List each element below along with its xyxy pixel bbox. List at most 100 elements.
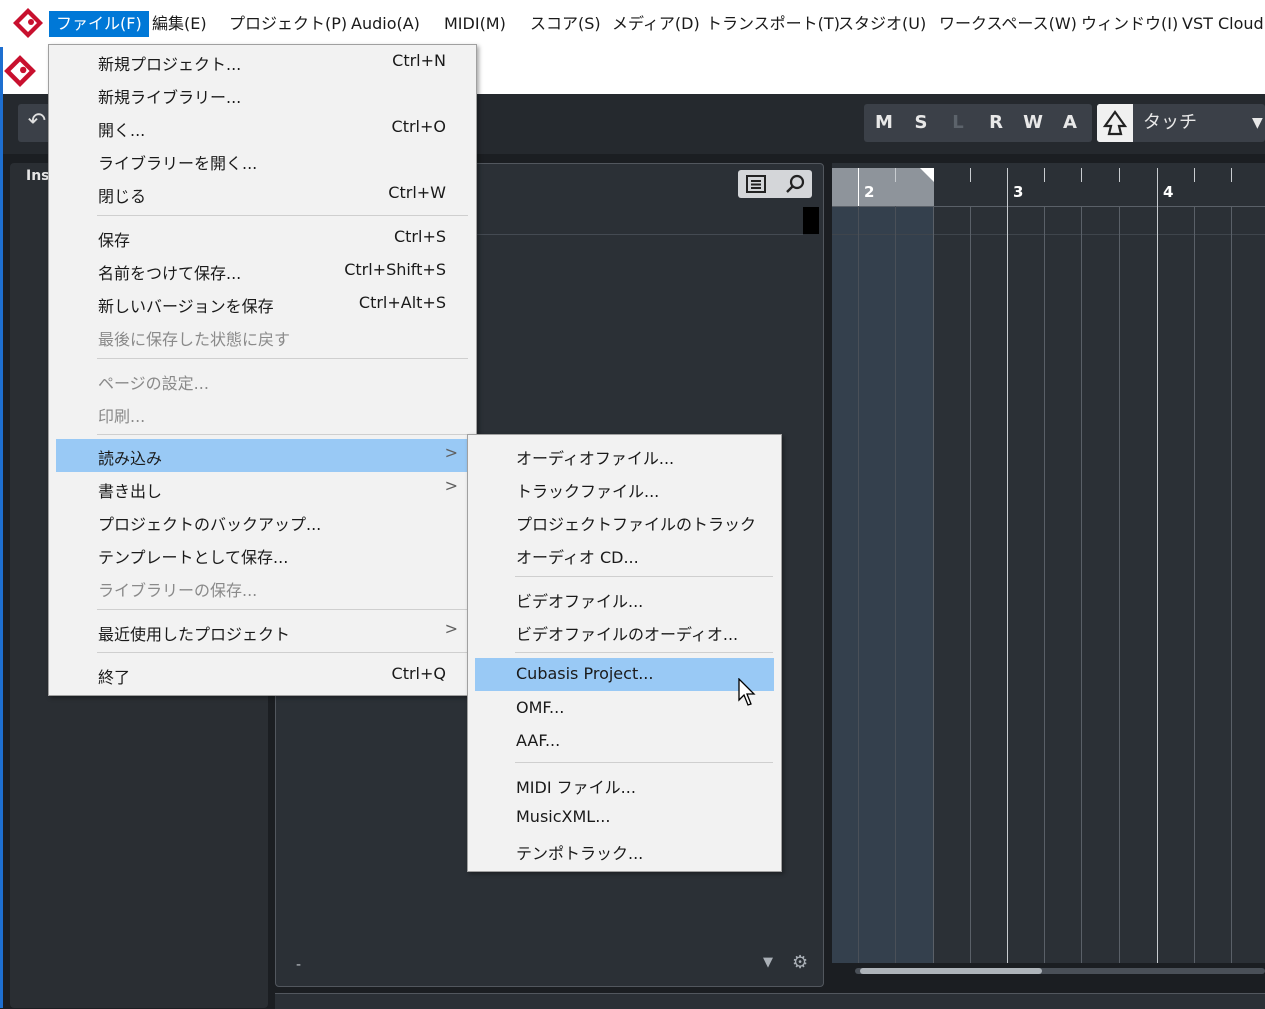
menu-file[interactable]: ファイル(F) — [49, 11, 149, 37]
menu-item-label: 開く... — [98, 121, 146, 140]
menu-item-shortcut: Ctrl+O — [391, 117, 446, 136]
menu-item-new-project[interactable]: 新規プロジェクト... Ctrl+N — [49, 45, 476, 78]
locator-marker-icon — [920, 168, 934, 182]
submenu-item-midi-file[interactable]: MIDI ファイル... — [468, 768, 781, 801]
track-list-tools — [738, 170, 812, 198]
ruler-tick — [1194, 168, 1195, 182]
menu-item-backup-project[interactable]: プロジェクトのバックアップ... — [49, 505, 476, 538]
menu-item-label: 新しいバージョンを保存 — [98, 297, 274, 316]
menu-item-recent-projects[interactable]: 最近使用したプロジェクト > — [49, 615, 476, 648]
menu-transport[interactable]: トランスポート(T) — [706, 11, 840, 37]
submenu-item-tracks-from-project[interactable]: プロジェクトファイルのトラック — [468, 505, 781, 538]
ruler-tick — [895, 168, 896, 182]
menu-item-shortcut: Ctrl+Q — [391, 664, 446, 683]
menu-item-revert: 最後に保存した状態に戻す — [49, 320, 476, 353]
menu-item-new-library[interactable]: 新規ライブラリー... — [49, 78, 476, 111]
horizontal-scrollbar-thumb[interactable] — [860, 968, 1042, 974]
submenu-item-aaf[interactable]: AAF... — [468, 725, 781, 758]
menu-item-label: オーディオ CD... — [516, 548, 639, 567]
menu-score[interactable]: スコア(S) — [530, 11, 601, 37]
listen-button[interactable]: L — [942, 104, 974, 142]
menu-item-label: 保存 — [98, 231, 131, 250]
menu-item-label: MIDI ファイル... — [516, 778, 636, 797]
menu-vst-cloud[interactable]: VST Cloud( — [1182, 11, 1265, 37]
menu-item-label: 終了 — [98, 668, 131, 687]
chevron-right-icon: > — [444, 476, 458, 495]
menu-item-save-as[interactable]: 名前をつけて保存... Ctrl+Shift+S — [49, 254, 476, 287]
menu-item-shortcut: Ctrl+S — [393, 227, 446, 246]
submenu-item-omf[interactable]: OMF... — [468, 692, 781, 725]
automation-mode-icon — [1097, 104, 1133, 142]
bar-line — [858, 168, 859, 206]
import-submenu: オーディオファイル... トラックファイル... プロジェクトファイルのトラック… — [467, 434, 782, 872]
menu-item-label: テンポトラック... — [516, 844, 644, 863]
caret-down-icon[interactable]: ▼ — [763, 955, 773, 970]
grid-line — [1194, 206, 1195, 963]
grid-line — [970, 206, 971, 963]
grid-line — [1081, 206, 1082, 963]
menu-item-export[interactable]: 書き出し > — [49, 472, 476, 505]
grid-line — [895, 206, 896, 963]
menu-item-close[interactable]: 閉じる Ctrl+W — [49, 177, 476, 210]
submenu-item-audio-from-video[interactable]: ビデオファイルのオーディオ... — [468, 615, 781, 648]
submenu-item-cubasis-project[interactable]: Cubasis Project... — [475, 658, 774, 691]
menu-media[interactable]: メディア(D) — [612, 11, 700, 37]
chevron-right-icon: > — [444, 619, 458, 638]
bar-line — [1157, 168, 1158, 963]
chevron-down-icon: ▼ — [1252, 115, 1263, 131]
menu-separator — [97, 358, 468, 359]
menu-item-label: ライブラリーの保存... — [98, 581, 258, 600]
ruler-tick — [1119, 168, 1120, 182]
automation-a-button[interactable]: A — [1054, 104, 1086, 142]
ruler-tick — [1231, 168, 1232, 182]
menu-edit[interactable]: 編集(E) — [152, 11, 207, 37]
menu-separator — [97, 609, 468, 610]
menu-item-save-new-version[interactable]: 新しいバージョンを保存 Ctrl+Alt+S — [49, 287, 476, 320]
write-automation-button[interactable]: W — [1017, 104, 1049, 142]
menu-window[interactable]: ウィンドウ(I) — [1081, 11, 1178, 37]
menu-item-quit[interactable]: 終了 Ctrl+Q — [49, 658, 476, 691]
menu-item-shortcut: Ctrl+N — [392, 51, 446, 70]
submenu-item-tempo-track[interactable]: テンポトラック... — [468, 834, 781, 867]
menu-item-label: テンプレートとして保存... — [98, 548, 289, 567]
menu-studio[interactable]: スタジオ(U) — [838, 11, 926, 37]
submenu-item-video-file[interactable]: ビデオファイル... — [468, 582, 781, 615]
menu-audio[interactable]: Audio(A) — [351, 11, 420, 37]
menu-item-label: ライブラリーを開く... — [98, 154, 258, 173]
submenu-item-musicxml[interactable]: MusicXML... — [468, 801, 781, 834]
grid-line — [1044, 206, 1045, 963]
menu-item-label: プロジェクトのバックアップ... — [98, 515, 322, 534]
list-icon[interactable] — [746, 175, 766, 193]
menu-workspace[interactable]: ワークスペース(W) — [939, 11, 1077, 37]
menu-item-label: 新規ライブラリー... — [98, 88, 242, 107]
ruler-tick — [1081, 168, 1082, 182]
menu-item-label: トラックファイル... — [516, 482, 660, 501]
solo-button[interactable]: S — [905, 104, 937, 142]
automation-mode-label: タッチ — [1143, 112, 1197, 133]
menu-item-open-library[interactable]: ライブラリーを開く... — [49, 144, 476, 177]
ruler-bar-number: 4 — [1163, 183, 1174, 201]
project-window-logo-icon — [4, 55, 36, 87]
window-edge — [0, 47, 3, 1008]
menu-item-page-setup: ページの設定... — [49, 364, 476, 397]
menu-item-save-as-template[interactable]: テンプレートとして保存... — [49, 538, 476, 571]
menu-item-save[interactable]: 保存 Ctrl+S — [49, 221, 476, 254]
submenu-item-track-archive[interactable]: トラックファイル... — [468, 472, 781, 505]
ruler-locator-range[interactable] — [832, 168, 934, 206]
menu-item-import[interactable]: 読み込み > — [56, 439, 469, 472]
file-menu: 新規プロジェクト... Ctrl+N 新規ライブラリー... 開く... Ctr… — [48, 44, 477, 696]
menu-midi[interactable]: MIDI(M) — [444, 11, 506, 37]
menu-item-open[interactable]: 開く... Ctrl+O — [49, 111, 476, 144]
submenu-item-audio-cd[interactable]: オーディオ CD... — [468, 538, 781, 571]
search-icon[interactable] — [784, 174, 806, 194]
gear-icon[interactable]: ⚙ — [792, 952, 808, 973]
read-automation-button[interactable]: R — [980, 104, 1012, 142]
loop-region — [832, 206, 934, 963]
cubase-logo-icon[interactable] — [12, 7, 44, 39]
menu-item-label: 最後に保存した状態に戻す — [98, 330, 291, 349]
menu-project[interactable]: プロジェクト(P) — [229, 11, 347, 37]
menu-item-label: OMF... — [516, 698, 565, 717]
submenu-item-audio-file[interactable]: オーディオファイル... — [468, 439, 781, 472]
mute-button[interactable]: M — [868, 104, 900, 142]
app-menu-bar: ファイル(F) 編集(E) プロジェクト(P) Audio(A) MIDI(M)… — [0, 0, 1265, 48]
